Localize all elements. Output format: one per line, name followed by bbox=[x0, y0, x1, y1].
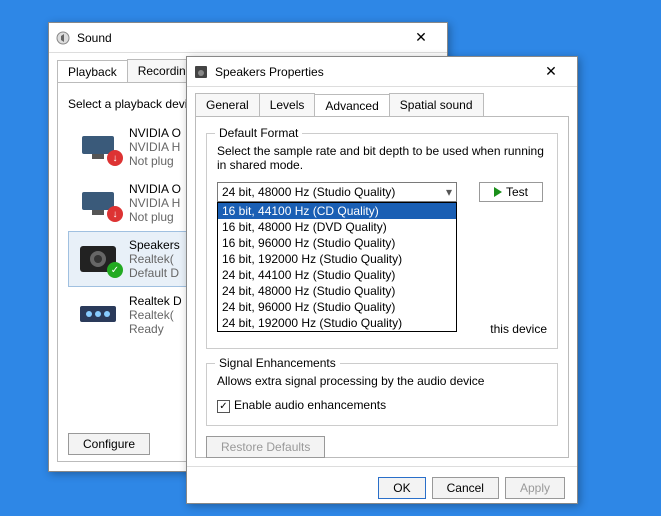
apply-button[interactable]: Apply bbox=[505, 477, 565, 499]
device-name: Realtek D bbox=[129, 294, 182, 308]
sound-icon bbox=[55, 30, 71, 46]
cancel-button[interactable]: Cancel bbox=[432, 477, 499, 499]
sound-close-button[interactable]: ✕ bbox=[401, 29, 441, 46]
prop-title: Speakers Properties bbox=[215, 65, 531, 79]
device-desc: NVIDIA H bbox=[129, 140, 181, 154]
format-option[interactable]: 24 bit, 192000 Hz (Studio Quality) bbox=[218, 315, 456, 331]
sound-titlebar: Sound ✕ bbox=[49, 23, 447, 53]
tab-general[interactable]: General bbox=[195, 93, 260, 116]
signal-legend: Signal Enhancements bbox=[215, 356, 340, 370]
prop-tabs: General Levels Advanced Spatial sound bbox=[187, 87, 577, 116]
device-status: Ready bbox=[129, 322, 182, 336]
device-status: Not plug bbox=[129, 210, 181, 224]
format-option[interactable]: 16 bit, 192000 Hz (Studio Quality) bbox=[218, 251, 456, 267]
tab-playback[interactable]: Playback bbox=[57, 60, 128, 83]
speakers-properties-window: Speakers Properties ✕ General Levels Adv… bbox=[186, 56, 578, 504]
default-format-desc: Select the sample rate and bit depth to … bbox=[217, 144, 547, 172]
device-name: NVIDIA O bbox=[129, 126, 181, 140]
format-option[interactable]: 16 bit, 48000 Hz (DVD Quality) bbox=[218, 219, 456, 235]
device-status: Not plug bbox=[129, 154, 181, 168]
prop-close-button[interactable]: ✕ bbox=[531, 63, 571, 80]
sound-title: Sound bbox=[77, 31, 401, 45]
format-select-value: 24 bit, 48000 Hz (Studio Quality) bbox=[222, 185, 395, 199]
configure-button[interactable]: Configure bbox=[68, 433, 150, 455]
format-option[interactable]: 16 bit, 44100 Hz (CD Quality) bbox=[218, 203, 456, 219]
device-icon: ↓ bbox=[75, 130, 121, 164]
test-button[interactable]: Test bbox=[479, 182, 543, 202]
format-option[interactable]: 24 bit, 96000 Hz (Studio Quality) bbox=[218, 299, 456, 315]
device-desc: Realtek( bbox=[129, 252, 180, 266]
device-name: Speakers bbox=[129, 238, 180, 252]
prop-footer: OK Cancel Apply bbox=[187, 466, 577, 509]
default-format-group: Default Format Select the sample rate an… bbox=[206, 133, 558, 349]
enable-enhancements-checkbox[interactable]: ✓ Enable audio enhancements bbox=[217, 398, 386, 412]
format-option[interactable]: 24 bit, 44100 Hz (Studio Quality) bbox=[218, 267, 456, 283]
ok-button[interactable]: OK bbox=[378, 477, 425, 499]
enable-enhancements-label: Enable audio enhancements bbox=[234, 398, 386, 412]
format-option[interactable]: 16 bit, 96000 Hz (Studio Quality) bbox=[218, 235, 456, 251]
device-name: NVIDIA O bbox=[129, 182, 181, 196]
device-desc: Realtek( bbox=[129, 308, 182, 322]
tab-levels[interactable]: Levels bbox=[259, 93, 316, 116]
format-select[interactable]: 24 bit, 48000 Hz (Studio Quality) 16 bit… bbox=[217, 182, 457, 202]
prop-titlebar: Speakers Properties ✕ bbox=[187, 57, 577, 87]
format-dropdown: 16 bit, 44100 Hz (CD Quality)16 bit, 480… bbox=[217, 202, 457, 332]
device-icon: ↓ bbox=[75, 186, 121, 220]
tab-advanced[interactable]: Advanced bbox=[314, 94, 389, 117]
checkbox-icon: ✓ bbox=[217, 400, 230, 413]
format-option[interactable]: 24 bit, 48000 Hz (Studio Quality) bbox=[218, 283, 456, 299]
play-icon bbox=[494, 187, 502, 197]
device-status: Default D bbox=[129, 266, 180, 280]
device-icon bbox=[75, 298, 121, 332]
tab-spatial-sound[interactable]: Spatial sound bbox=[389, 93, 484, 116]
test-button-label: Test bbox=[506, 185, 528, 199]
speaker-icon bbox=[193, 64, 209, 80]
signal-enhancements-group: Signal Enhancements Allows extra signal … bbox=[206, 363, 558, 426]
default-format-legend: Default Format bbox=[215, 126, 302, 140]
restore-defaults-button[interactable]: Restore Defaults bbox=[206, 436, 325, 458]
signal-desc: Allows extra signal processing by the au… bbox=[217, 374, 547, 388]
device-icon: ✓ bbox=[75, 242, 121, 276]
prop-tab-body: Default Format Select the sample rate an… bbox=[195, 116, 569, 458]
device-desc: NVIDIA H bbox=[129, 196, 181, 210]
